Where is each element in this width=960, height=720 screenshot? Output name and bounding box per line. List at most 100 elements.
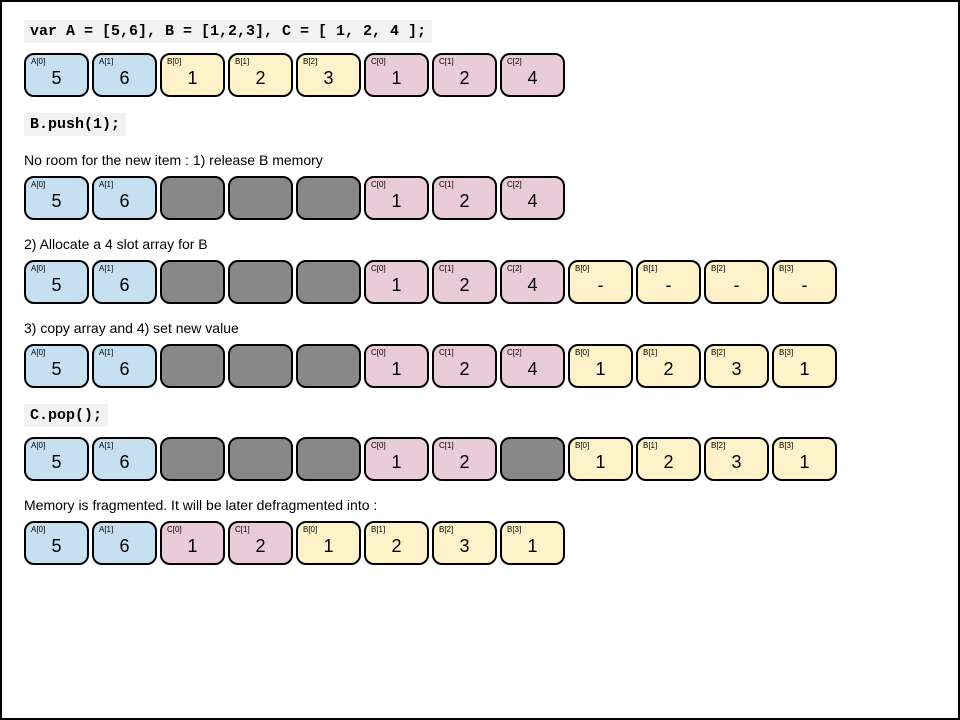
cell-index-label: C[1] (439, 348, 454, 357)
memory-cell: C[1]2 (432, 176, 497, 220)
memory-cell: B[3]1 (500, 521, 565, 565)
cell-index-label: B[0] (575, 348, 589, 357)
cell-index-label: A[1] (99, 180, 113, 189)
memory-cell (160, 260, 225, 304)
memory-cell: B[2]3 (432, 521, 497, 565)
memory-cell: C[0] 1 (160, 521, 225, 565)
memory-cell: B[1]2 (636, 344, 701, 388)
cell-index-label: A[0] (31, 348, 45, 357)
cell-value: 6 (119, 452, 129, 473)
caption-defrag: Memory is fragmented. It will be later d… (24, 497, 936, 513)
cell-value: 5 (51, 275, 61, 296)
memory-cell (160, 176, 225, 220)
memory-cell: C[0] 1 (364, 437, 429, 481)
memory-cell: C[2]4 (500, 53, 565, 97)
diagram-page: var A = [5,6], B = [1,2,3], C = [ 1, 2, … (0, 0, 960, 720)
cell-value: 1 (391, 359, 401, 380)
cell-value: 1 (799, 359, 809, 380)
memory-cell: C[1] 2 (432, 344, 497, 388)
cell-index-label: B[0] (575, 264, 589, 273)
cell-index-label: C[2] (507, 264, 522, 273)
cell-index-label: B[1] (643, 441, 657, 450)
cell-index-label: B[2] (303, 57, 317, 66)
cell-value: 1 (187, 68, 197, 89)
memory-cell (228, 260, 293, 304)
memory-cell: C[1]2 (432, 437, 497, 481)
cell-index-label: B[2] (711, 348, 725, 357)
cell-index-label: C[2] (507, 180, 522, 189)
cell-index-label: B[1] (643, 264, 657, 273)
cell-value: 1 (595, 359, 605, 380)
cell-index-label: A[1] (99, 348, 113, 357)
memory-cell: A[1]6 (92, 344, 157, 388)
cell-value: 1 (527, 536, 537, 557)
cell-index-label: C[2] (507, 348, 522, 357)
cell-index-label: B[0] (303, 525, 317, 534)
cell-index-label: C[0] (371, 57, 386, 66)
cell-index-label: C[0] (167, 525, 182, 534)
cell-index-label: B[3] (779, 264, 793, 273)
cell-index-label: B[2] (711, 264, 725, 273)
cell-value: 1 (187, 536, 197, 557)
cell-value: 1 (391, 191, 401, 212)
cell-index-label: B[2] (439, 525, 453, 534)
memory-row-copied: A[0]5A[1]6C[0]1C[1]2C[2]4B[0]1B[1]2B[2]3… (24, 344, 936, 388)
memory-cell: B[0]- (568, 260, 633, 304)
cell-index-label: A[0] (31, 57, 45, 66)
cell-value: 3 (323, 68, 333, 89)
cell-value: 4 (527, 68, 537, 89)
cell-value: 2 (459, 359, 469, 380)
cell-index-label: B[3] (779, 348, 793, 357)
memory-cell: A[0] 5 (24, 53, 89, 97)
memory-cell (296, 260, 361, 304)
memory-row-allocated: A[0]5A[1]6C[0]1C[1]2C[2]4B[0]-B[1]-B[2]-… (24, 260, 936, 304)
memory-cell (228, 437, 293, 481)
cell-value: 2 (663, 359, 673, 380)
cell-index-label: A[0] (31, 264, 45, 273)
memory-cell: A[0]5 (24, 437, 89, 481)
cell-value: 1 (799, 452, 809, 473)
code-pop: C.pop(); (24, 404, 108, 427)
memory-cell (228, 176, 293, 220)
code-declaration: var A = [5,6], B = [1,2,3], C = [ 1, 2, … (24, 20, 432, 43)
cell-index-label: C[0] (371, 180, 386, 189)
cell-value: 2 (459, 68, 469, 89)
code-push: B.push(1); (24, 113, 126, 136)
cell-index-label: B[0] (575, 441, 589, 450)
memory-cell: B[1]2 (364, 521, 429, 565)
cell-index-label: A[1] (99, 264, 113, 273)
memory-cell: B[1]2 (636, 437, 701, 481)
memory-cell: C[2]4 (500, 344, 565, 388)
cell-value: 4 (527, 275, 537, 296)
cell-index-label: A[1] (99, 441, 113, 450)
memory-cell (500, 437, 565, 481)
memory-cell: C[2] 4 (500, 260, 565, 304)
cell-index-label: C[0] (371, 441, 386, 450)
memory-cell: C[2]4 (500, 176, 565, 220)
memory-cell: C[0] 1 (364, 176, 429, 220)
memory-cell: A[1]6 (92, 176, 157, 220)
memory-cell (296, 176, 361, 220)
memory-cell: A[1]6 (92, 53, 157, 97)
memory-row-popped: A[0]5A[1]6C[0]1C[1]2B[0]1B[1]2B[2]3B[3]1 (24, 437, 936, 481)
cell-value: 5 (51, 68, 61, 89)
cell-index-label: B[1] (235, 57, 249, 66)
cell-value: - (802, 275, 808, 296)
cell-index-label: C[1] (439, 180, 454, 189)
cell-value: 1 (391, 275, 401, 296)
memory-cell (296, 437, 361, 481)
memory-cell: A[0]5 (24, 176, 89, 220)
memory-cell (296, 344, 361, 388)
memory-row-released: A[0]5A[1]6 C[0] 1 C[1]2C[2]4 (24, 176, 936, 220)
cell-index-label: B[0] (167, 57, 181, 66)
cell-value: 3 (731, 452, 741, 473)
cell-value: - (734, 275, 740, 296)
memory-cell (160, 344, 225, 388)
memory-cell: C[0]1 (364, 53, 429, 97)
memory-cell: B[0] 1 (568, 344, 633, 388)
cell-value: 1 (391, 452, 401, 473)
cell-value: - (598, 275, 604, 296)
cell-value: 2 (255, 536, 265, 557)
memory-cell: A[0]5 (24, 344, 89, 388)
caption-allocate: 2) Allocate a 4 slot array for B (24, 236, 936, 252)
